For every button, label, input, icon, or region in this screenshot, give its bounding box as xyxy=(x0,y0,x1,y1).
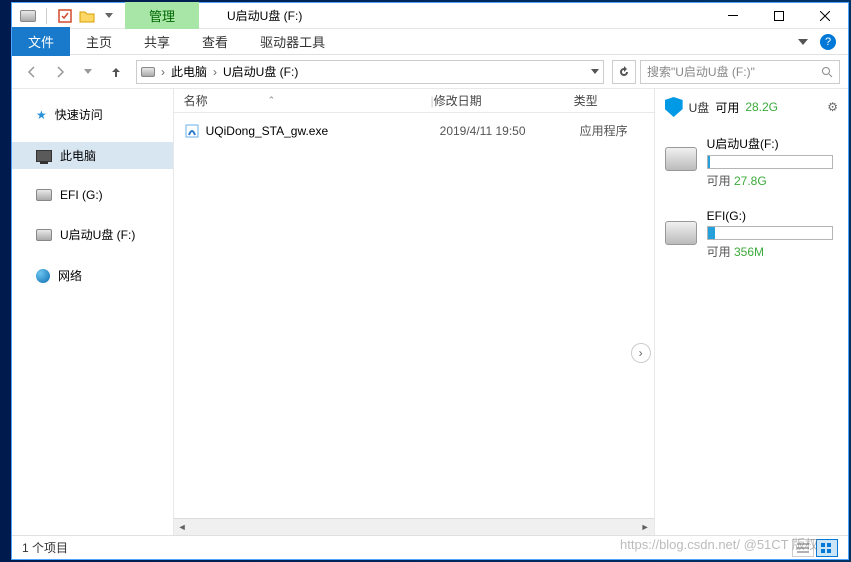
properties-icon[interactable] xyxy=(57,8,73,24)
sidebar-item-label: 快速访问 xyxy=(55,106,103,123)
file-tab[interactable]: 文件 xyxy=(12,27,70,56)
close-button[interactable] xyxy=(802,3,848,29)
view-tab[interactable]: 查看 xyxy=(186,27,244,56)
icons-view-button[interactable] xyxy=(816,539,838,557)
separator xyxy=(46,8,47,24)
explorer-window: 管理 U启动U盘 (F:) 文件 主页 共享 查看 驱动器工具 ? › 此电脑 … xyxy=(11,2,849,560)
breadcrumb-root[interactable]: 此电脑 xyxy=(171,63,207,80)
column-type[interactable]: 类型 xyxy=(574,92,654,109)
file-type: 应用程序 xyxy=(580,122,628,139)
horizontal-scrollbar[interactable]: ◄ ► xyxy=(174,518,654,535)
capacity-bar xyxy=(707,155,833,169)
drive-icon xyxy=(141,67,155,77)
recent-dropdown-icon[interactable] xyxy=(76,60,100,84)
drive-name: EFI(G:) xyxy=(707,209,838,223)
breadcrumb-current[interactable]: U启动U盘 (F:) xyxy=(223,63,298,80)
drive-icon xyxy=(665,147,697,171)
sidebar-item-udisk[interactable]: U启动U盘 (F:) xyxy=(12,221,173,248)
manage-tab-highlight[interactable]: 管理 xyxy=(125,2,199,29)
drive-icon xyxy=(36,189,52,201)
search-placeholder: 搜索"U启动U盘 (F:)" xyxy=(647,63,821,80)
pc-icon xyxy=(36,150,52,162)
back-button[interactable] xyxy=(20,60,44,84)
navigation-pane: ★ 快速访问 此电脑 EFI (G:) U启动U盘 (F:) xyxy=(12,89,174,535)
navigation-bar: › 此电脑 › U启动U盘 (F:) 搜索"U启动U盘 (F:)" xyxy=(12,55,848,89)
pane-title: U盘 xyxy=(689,99,710,116)
drive-free: 可用 27.8G xyxy=(707,172,838,189)
search-box[interactable]: 搜索"U启动U盘 (F:)" xyxy=(640,60,840,84)
sidebar-item-network[interactable]: 网络 xyxy=(12,262,173,289)
column-headers: 名称 ⌃ | 修改日期 类型 xyxy=(174,89,654,113)
expand-ribbon-icon[interactable] xyxy=(798,39,808,45)
sidebar-item-label: 网络 xyxy=(58,267,82,284)
minimize-button[interactable] xyxy=(710,3,756,29)
network-icon xyxy=(36,269,50,283)
chevron-right-icon: › xyxy=(213,65,217,79)
search-icon xyxy=(821,66,833,78)
window-controls xyxy=(710,3,848,29)
gear-icon[interactable]: ⚙ xyxy=(827,100,838,114)
drive-icon xyxy=(665,221,697,245)
drive-name: U启动U盘(F:) xyxy=(707,135,838,152)
address-dropdown-icon[interactable] xyxy=(591,69,599,74)
window-title: U启动U盘 (F:) xyxy=(227,7,302,24)
sidebar-item-label: U启动U盘 (F:) xyxy=(60,226,135,243)
sidebar-item-label: 此电脑 xyxy=(60,147,96,164)
watermark: https://blog.csdn.net/ @51CT 版权 xyxy=(620,534,818,553)
chevron-right-icon: › xyxy=(161,65,165,79)
collapse-pane-icon[interactable]: › xyxy=(631,343,651,363)
sort-arrow-icon: ⌃ xyxy=(268,95,276,106)
up-button[interactable] xyxy=(104,60,128,84)
item-count: 1 个项目 xyxy=(22,539,68,556)
drive-entry[interactable]: EFI(G:) 可用 356M xyxy=(665,209,838,260)
shield-icon xyxy=(665,97,683,117)
scroll-right-icon[interactable]: ► xyxy=(637,519,654,536)
col-label: 名称 xyxy=(184,92,208,109)
capacity-bar xyxy=(707,226,833,240)
main-pane: 名称 ⌃ | 修改日期 类型 UQiDong_STA_gw.exe 2019/4… xyxy=(174,89,654,535)
drive-entry[interactable]: U启动U盘(F:) 可用 27.8G xyxy=(665,135,838,189)
file-list[interactable]: UQiDong_STA_gw.exe 2019/4/11 19:50 应用程序 … xyxy=(174,113,654,518)
refresh-button[interactable] xyxy=(612,60,636,84)
maximize-button[interactable] xyxy=(756,3,802,29)
column-date[interactable]: 修改日期 xyxy=(434,92,574,109)
total-size: 28.2G xyxy=(745,100,778,114)
drive-icon[interactable] xyxy=(20,8,36,24)
file-row[interactable]: UQiDong_STA_gw.exe 2019/4/11 19:50 应用程序 xyxy=(174,119,654,142)
file-date: 2019/4/11 19:50 xyxy=(440,124,580,138)
avail-label: 可用 xyxy=(715,99,739,116)
forward-button[interactable] xyxy=(48,60,72,84)
body: ★ 快速访问 此电脑 EFI (G:) U启动U盘 (F:) xyxy=(12,89,848,535)
scroll-left-icon[interactable]: ◄ xyxy=(174,519,191,536)
drive-tools-tab[interactable]: 驱动器工具 xyxy=(246,27,339,56)
qat-dropdown-icon[interactable] xyxy=(101,8,117,24)
sidebar-item-this-pc[interactable]: 此电脑 xyxy=(12,142,173,169)
help-icon[interactable]: ? xyxy=(820,34,836,50)
share-tab[interactable]: 共享 xyxy=(128,27,186,56)
sidebar-item-label: EFI (G:) xyxy=(60,188,103,202)
sidebar-item-quick-access[interactable]: ★ 快速访问 xyxy=(12,101,173,128)
new-folder-icon[interactable] xyxy=(79,8,95,24)
sidebar-item-efi[interactable]: EFI (G:) xyxy=(12,183,173,207)
star-icon: ★ xyxy=(36,108,47,122)
quick-access-toolbar xyxy=(12,8,125,24)
exe-icon xyxy=(184,123,200,139)
home-tab[interactable]: 主页 xyxy=(70,27,128,56)
ribbon-tabs: 文件 主页 共享 查看 驱动器工具 ? xyxy=(12,29,848,55)
drive-free: 可用 356M xyxy=(707,243,838,260)
pane-header: U盘 可用 28.2G ⚙ xyxy=(665,97,838,117)
details-pane: U盘 可用 28.2G ⚙ U启动U盘(F:) 可用 27.8G EFI(G:) xyxy=(654,89,848,535)
column-name[interactable]: 名称 ⌃ | xyxy=(184,92,434,109)
drive-icon xyxy=(36,229,52,241)
file-name: UQiDong_STA_gw.exe xyxy=(206,124,440,138)
titlebar: 管理 U启动U盘 (F:) xyxy=(12,3,848,29)
address-bar[interactable]: › 此电脑 › U启动U盘 (F:) xyxy=(136,60,604,84)
